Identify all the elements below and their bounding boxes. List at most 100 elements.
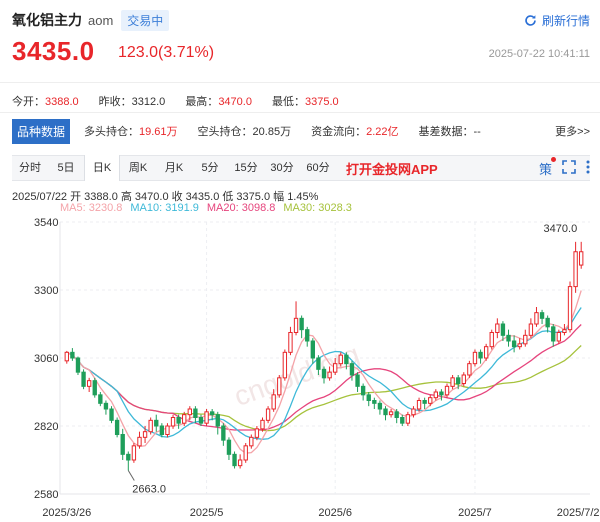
refresh-button[interactable]: 刷新行情 [524, 12, 590, 29]
candle-body [562, 329, 567, 333]
candle-body [126, 453, 131, 461]
candle-body [316, 357, 321, 370]
contract-title: 氧化铝主力 [12, 12, 82, 28]
strategy-icon[interactable]: 策 [539, 156, 556, 178]
x-tick-label: 2025/7 [458, 507, 492, 519]
candle-body [215, 414, 220, 427]
period-tabs: 分时 5日 日K 周K 月K 5分 15分 30分 60分 打开金投网APP 策 [12, 155, 590, 181]
tab-30min[interactable]: 30分 [264, 156, 300, 180]
more-vertical-icon[interactable] [586, 160, 590, 177]
candle-body [411, 408, 416, 416]
candle-body [204, 411, 209, 424]
candle-body [517, 343, 522, 348]
price-change: 123.0(3.71%) [118, 44, 215, 61]
candle-body [400, 417, 405, 424]
trading-status-badge: 交易中 [121, 9, 170, 31]
stat-low: 最低：3375.0 [271, 96, 339, 108]
tab-60min[interactable]: 60分 [300, 156, 336, 180]
candle-body [428, 397, 433, 404]
contract-code: aom [88, 12, 114, 28]
tab-intraday[interactable]: 分时 [12, 156, 48, 180]
basis-data: 基差数据：-- [418, 126, 481, 138]
open-app-link[interactable]: 打开金投网APP [346, 159, 438, 178]
candle-body [394, 411, 399, 418]
candle-body [483, 346, 489, 359]
candle-body [355, 374, 360, 387]
candle-body [439, 391, 444, 396]
candle-body [243, 445, 248, 461]
candle-body [495, 323, 500, 333]
stat-open: 今开：3388.0 [12, 96, 79, 108]
kline-chart[interactable]: 3540 3300 3060 2820 2580 2025/3/26 2025/5 2025/… [0, 214, 600, 522]
candle-body [86, 380, 92, 387]
tab-weekly-k[interactable]: 周K [120, 156, 156, 180]
candle-body [388, 411, 394, 416]
candle-body [523, 334, 528, 345]
tab-daily-k[interactable]: 日K [84, 155, 120, 181]
candle-body [299, 317, 304, 331]
stat-high: 最高：3470.0 [185, 96, 252, 108]
last-price: 3435.0 [12, 36, 95, 66]
candle-body [344, 354, 349, 365]
y-tick-label: 3060 [34, 353, 58, 365]
candle-body [433, 391, 439, 399]
stat-prev-close: 昨收：3312.0 [98, 96, 166, 108]
candle-body [528, 323, 534, 336]
candle-body [450, 377, 455, 387]
candle-body [249, 436, 254, 447]
candle-body [75, 357, 81, 373]
tab-15min[interactable]: 15分 [228, 156, 264, 180]
candle-body [81, 371, 86, 387]
ma10-value: MA10: 3191.9 [130, 202, 199, 214]
candle-body [383, 408, 388, 416]
candle-body [506, 334, 511, 342]
candle-body [154, 419, 159, 427]
variety-data-tag[interactable]: 品种数据 [12, 118, 71, 144]
tab-5day[interactable]: 5日 [48, 156, 84, 180]
candle-body [265, 408, 271, 421]
candle-body [103, 402, 109, 410]
tab-monthly-k[interactable]: 月K [156, 156, 192, 180]
x-tick-label: 2025/7/22 [557, 507, 600, 519]
candle-body [500, 323, 506, 336]
header-bar: 氧化铝主力 aom 交易中 刷新行情 [12, 9, 590, 31]
quote-stats: 今开：3388.0 昨收：3312.0 最高：3470.0 最低：3375.0 [12, 93, 359, 109]
candle-body [282, 351, 288, 379]
x-tick-label: 2025/5 [190, 507, 224, 519]
candle-body [293, 317, 299, 334]
candle-body [551, 326, 556, 342]
candle-body [327, 371, 332, 379]
ma-legend: MA5: 3230.8 MA10: 3191.9 MA20: 3098.8 MA… [60, 202, 360, 214]
candle-body [333, 363, 338, 373]
candle-body [422, 400, 427, 404]
candle-body [288, 332, 293, 353]
candle-body [64, 351, 69, 362]
candle-body [254, 428, 260, 438]
fullscreen-icon[interactable] [562, 159, 576, 177]
candle-body [170, 417, 176, 427]
candle-body [70, 351, 75, 359]
candle-body [137, 436, 142, 447]
candle-body [114, 419, 120, 435]
more-link[interactable]: 更多>> [555, 123, 590, 139]
candle-body [92, 380, 97, 396]
candle-body [305, 329, 310, 342]
candle-body [467, 363, 472, 376]
candle-body [159, 425, 165, 435]
candle-body [209, 411, 215, 416]
x-tick-label: 2025/3/26 [42, 507, 91, 519]
variety-data-bar: 品种数据 多头持仓：19.61万 空头持仓：20.85万 资金流向：2.22亿 … [12, 118, 590, 144]
candle-body [539, 312, 545, 319]
tab-5min[interactable]: 5分 [192, 156, 228, 180]
refresh-icon [525, 14, 536, 26]
candle-body [260, 419, 265, 430]
candle-body [187, 408, 192, 416]
refresh-label: 刷新行情 [541, 13, 590, 28]
x-tick-label: 2025/6 [318, 507, 352, 519]
candle-body [226, 439, 232, 455]
candle-body [366, 394, 371, 401]
candle-body [109, 408, 114, 421]
candle-body [456, 377, 461, 384]
min-pointer [127, 470, 135, 481]
watermark: cngold.org [230, 338, 363, 412]
